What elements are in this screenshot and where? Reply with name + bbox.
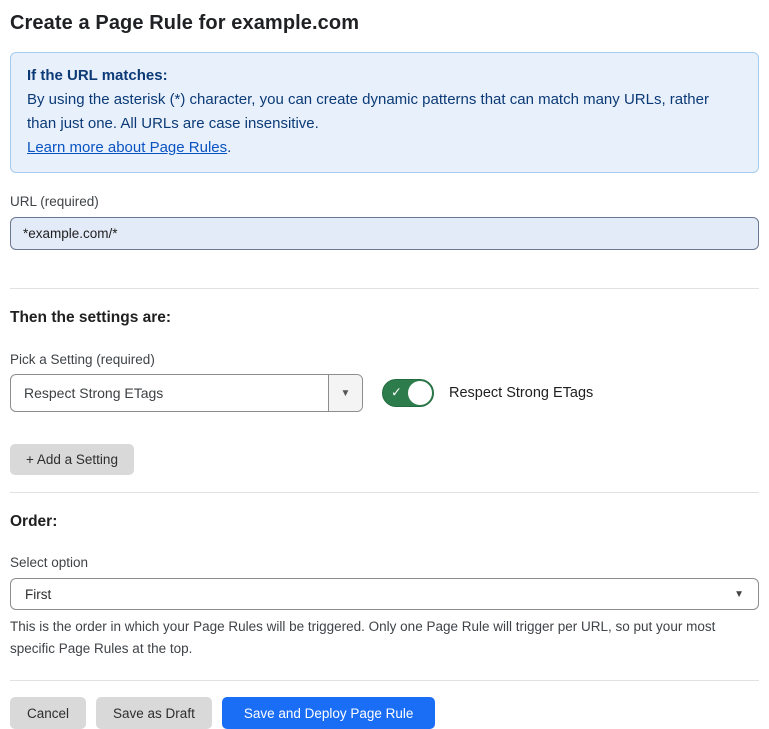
chevron-down-icon: ▼ bbox=[734, 589, 744, 600]
save-and-deploy-button[interactable]: Save and Deploy Page Rule bbox=[222, 697, 436, 729]
setting-toggle-label: Respect Strong ETags bbox=[449, 385, 593, 401]
order-section-heading: Order: bbox=[10, 513, 759, 531]
add-setting-button[interactable]: + Add a Setting bbox=[10, 444, 134, 475]
pick-setting-label: Pick a Setting (required) bbox=[10, 352, 759, 367]
order-select-value: First bbox=[25, 587, 51, 602]
save-as-draft-button[interactable]: Save as Draft bbox=[96, 697, 212, 729]
setting-select-arrow-button[interactable]: ▼ bbox=[328, 375, 362, 411]
url-field-label: URL (required) bbox=[10, 194, 759, 209]
divider bbox=[10, 288, 759, 289]
page-title: Create a Page Rule for example.com bbox=[10, 12, 759, 35]
info-panel-link-line: Learn more about Page Rules. bbox=[27, 136, 742, 160]
learn-more-link[interactable]: Learn more about Page Rules bbox=[27, 139, 227, 156]
info-panel-body: By using the asterisk (*) character, you… bbox=[27, 88, 742, 136]
setting-row: Respect Strong ETags ▼ ✓ Respect Strong … bbox=[10, 374, 759, 412]
setting-toggle-group: ✓ Respect Strong ETags bbox=[382, 379, 593, 407]
order-help-text: This is the order in which your Page Rul… bbox=[10, 616, 759, 660]
check-icon: ✓ bbox=[391, 385, 402, 401]
order-select[interactable]: First ▼ bbox=[10, 578, 759, 610]
link-period: . bbox=[227, 139, 231, 156]
cancel-button[interactable]: Cancel bbox=[10, 697, 86, 729]
order-select-label: Select option bbox=[10, 555, 759, 570]
chevron-down-icon: ▼ bbox=[341, 388, 351, 399]
setting-select[interactable]: Respect Strong ETags ▼ bbox=[10, 374, 363, 412]
footer-actions: Cancel Save as Draft Save and Deploy Pag… bbox=[10, 697, 759, 729]
url-match-info-panel: If the URL matches: By using the asteris… bbox=[10, 52, 759, 173]
divider bbox=[10, 680, 759, 681]
url-input[interactable] bbox=[10, 217, 759, 250]
settings-section-heading: Then the settings are: bbox=[10, 309, 759, 327]
info-panel-heading: If the URL matches: bbox=[27, 64, 742, 88]
divider bbox=[10, 492, 759, 493]
setting-toggle[interactable]: ✓ bbox=[382, 379, 434, 407]
setting-select-value: Respect Strong ETags bbox=[11, 375, 328, 411]
toggle-knob bbox=[408, 381, 432, 405]
